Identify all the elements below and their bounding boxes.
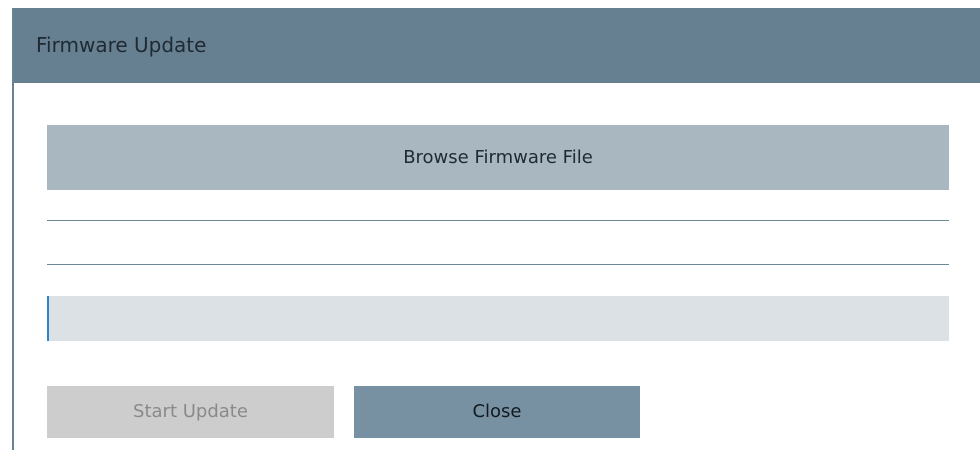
firmware-update-dialog: Firmware Update Browse Firmware File Sta… (12, 8, 980, 450)
divider-top (47, 220, 949, 221)
close-button[interactable]: Close (354, 386, 640, 438)
browse-firmware-file-button[interactable]: Browse Firmware File (47, 125, 949, 190)
dialog-titlebar: Firmware Update (14, 8, 980, 83)
start-update-button[interactable]: Start Update (47, 386, 334, 438)
divider-bottom (47, 264, 949, 265)
dialog-title: Firmware Update (36, 33, 207, 57)
firmware-file-field[interactable] (47, 296, 949, 341)
